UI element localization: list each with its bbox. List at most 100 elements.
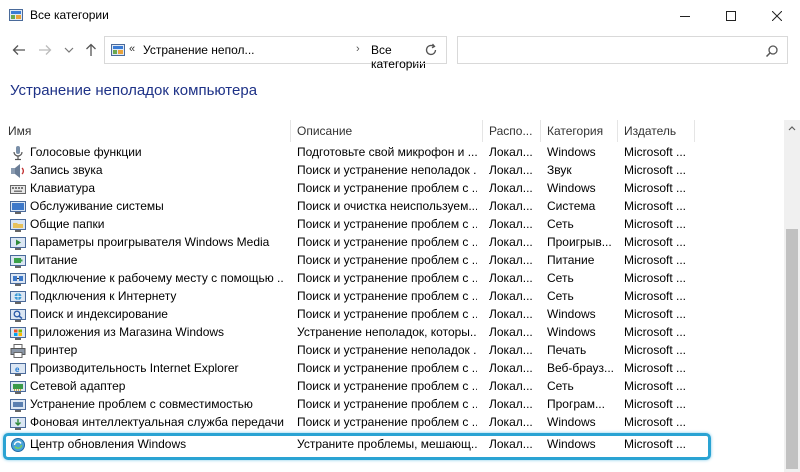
column-header-row: Имя Описание Распо... Категория Издатель xyxy=(0,120,784,142)
table-row[interactable]: Голосовые функции Подготовьте свой микро… xyxy=(0,144,784,162)
title-bar: Все категории xyxy=(0,0,800,32)
row-category: Windows xyxy=(547,325,596,339)
scrollbar-thumb[interactable] xyxy=(786,229,798,469)
row-name: Подключения к Интернету xyxy=(30,289,177,303)
row-publisher: Microsoft ... xyxy=(624,289,687,303)
compatibility-icon xyxy=(10,399,26,412)
table-row[interactable]: Общие папки Поиск и устранение проблем с… xyxy=(0,216,784,234)
printer-icon xyxy=(10,344,26,358)
row-location: Локал... xyxy=(489,397,533,411)
table-row[interactable]: Фоновая интеллектуальная служба передачи… xyxy=(0,414,784,432)
row-publisher: Microsoft ... xyxy=(624,271,687,285)
row-name: Параметры проигрывателя Windows Media xyxy=(30,235,270,249)
scroll-up-button[interactable] xyxy=(784,120,800,136)
row-description: Поиск и очистка неиспользуем... xyxy=(297,199,477,213)
up-button[interactable] xyxy=(82,41,100,59)
row-description: Поиск и устранение проблем с ... xyxy=(297,181,477,195)
row-publisher: Microsoft ... xyxy=(624,199,687,213)
column-header-name[interactable]: Имя xyxy=(8,124,31,138)
row-category: Сеть xyxy=(547,289,574,303)
row-description: Устранение неполадок, которы... xyxy=(297,325,477,339)
back-button[interactable] xyxy=(10,41,28,59)
close-button[interactable] xyxy=(754,0,800,32)
column-divider[interactable] xyxy=(617,120,618,142)
row-location: Локал... xyxy=(489,307,533,321)
row-name: Голосовые функции xyxy=(30,145,142,159)
row-description: Поиск и устранение проблем с ... xyxy=(297,415,477,429)
workplace-connection-icon xyxy=(10,273,26,286)
row-description: Поиск и устранение проблем с ... xyxy=(297,253,477,267)
row-name: Приложения из Магазина Windows xyxy=(30,325,225,339)
refresh-button[interactable] xyxy=(415,36,447,64)
row-publisher: Microsoft ... xyxy=(624,325,687,339)
column-divider[interactable] xyxy=(540,120,541,142)
refresh-icon xyxy=(425,43,436,56)
table-row[interactable]: Приложения из Магазина Windows Устранени… xyxy=(0,324,784,342)
row-name: Поиск и индексирование xyxy=(30,307,168,321)
row-description: Поиск и устранение проблем с ... xyxy=(297,235,477,249)
table-row[interactable]: Сетевой адаптер Поиск и устранение пробл… xyxy=(0,378,784,396)
forward-arrow-icon xyxy=(39,45,52,55)
minimize-button[interactable] xyxy=(662,0,708,32)
vertical-scrollbar[interactable] xyxy=(784,120,800,472)
row-description: Подготовьте свой микрофон и ... xyxy=(297,145,477,159)
row-location: Локал... xyxy=(489,163,533,177)
row-name: Подключение к рабочему месту с помощью .… xyxy=(30,271,284,285)
row-category: Веб-брауз... xyxy=(547,361,613,375)
table-row[interactable]: Клавиатура Поиск и устранение проблем с … xyxy=(0,180,784,198)
chevron-up-icon xyxy=(788,126,796,131)
column-header-publisher[interactable]: Издатель xyxy=(624,124,676,138)
table-row[interactable]: Подключения к Интернету Поиск и устранен… xyxy=(0,288,784,306)
table-row[interactable]: Обслуживание системы Поиск и очистка неи… xyxy=(0,198,784,216)
hidden-path-indicator[interactable]: « xyxy=(129,43,135,55)
column-divider[interactable] xyxy=(482,120,483,142)
selection-highlight xyxy=(3,433,711,460)
recent-locations-button[interactable] xyxy=(60,41,78,59)
page-title: Устранение неполадок компьютера xyxy=(10,82,258,99)
table-row[interactable]: Принтер Поиск и устранение неполадок ...… xyxy=(0,342,784,360)
row-publisher: Microsoft ... xyxy=(624,343,687,357)
system-maintenance-icon xyxy=(10,201,26,214)
column-header-description[interactable]: Описание xyxy=(297,124,352,138)
column-header-category[interactable]: Категория xyxy=(547,124,603,138)
row-category: Програм... xyxy=(547,397,605,411)
shared-folders-icon xyxy=(10,219,26,232)
row-publisher: Microsoft ... xyxy=(624,145,687,159)
row-location: Локал... xyxy=(489,217,533,231)
microphone-icon xyxy=(13,146,23,161)
row-publisher: Microsoft ... xyxy=(624,163,687,177)
row-location: Локал... xyxy=(489,199,533,213)
row-location: Локал... xyxy=(489,181,533,195)
table-row[interactable]: Питание Поиск и устранение проблем с ...… xyxy=(0,252,784,270)
row-description: Поиск и устранение неполадок ... xyxy=(297,343,477,357)
row-name: Фоновая интеллектуальная служба передачи… xyxy=(30,415,284,429)
row-location: Локал... xyxy=(489,361,533,375)
table-row[interactable]: Параметры проигрывателя Windows Media По… xyxy=(0,234,784,252)
address-bar[interactable]: « Устранение непол... › Все категории xyxy=(104,36,504,71)
table-row[interactable]: Устранение проблем с совместимостью Поис… xyxy=(0,396,784,414)
column-divider[interactable] xyxy=(290,120,291,142)
row-name: Обслуживание системы xyxy=(30,199,164,213)
search-input[interactable] xyxy=(457,36,788,64)
column-divider[interactable] xyxy=(694,120,695,142)
row-name: Устранение проблем с совместимостью xyxy=(30,397,253,411)
breadcrumb-separator[interactable]: › xyxy=(356,43,360,55)
column-header-location[interactable]: Распо... xyxy=(489,124,532,138)
row-location: Локал... xyxy=(489,343,533,357)
row-category: Windows xyxy=(547,145,596,159)
breadcrumb-troubleshooting[interactable]: Устранение непол... xyxy=(143,43,255,57)
row-publisher: Microsoft ... xyxy=(624,235,687,249)
maximize-button[interactable] xyxy=(708,0,754,32)
table-row[interactable]: Поиск и индексирование Поиск и устранени… xyxy=(0,306,784,324)
search-icon[interactable] xyxy=(765,44,779,58)
svg-text:e: e xyxy=(15,365,20,374)
forward-button[interactable] xyxy=(36,41,54,59)
row-location: Локал... xyxy=(489,253,533,267)
table-row[interactable]: Запись звука Поиск и устранение неполадо… xyxy=(0,162,784,180)
internet-connection-icon xyxy=(10,291,26,304)
row-category: Windows xyxy=(547,181,596,195)
table-row[interactable]: Подключение к рабочему месту с помощью .… xyxy=(0,270,784,288)
row-category: Windows xyxy=(547,415,596,429)
row-name: Принтер xyxy=(30,343,78,357)
table-row[interactable]: e Производительность Internet Explorer П… xyxy=(0,360,784,378)
